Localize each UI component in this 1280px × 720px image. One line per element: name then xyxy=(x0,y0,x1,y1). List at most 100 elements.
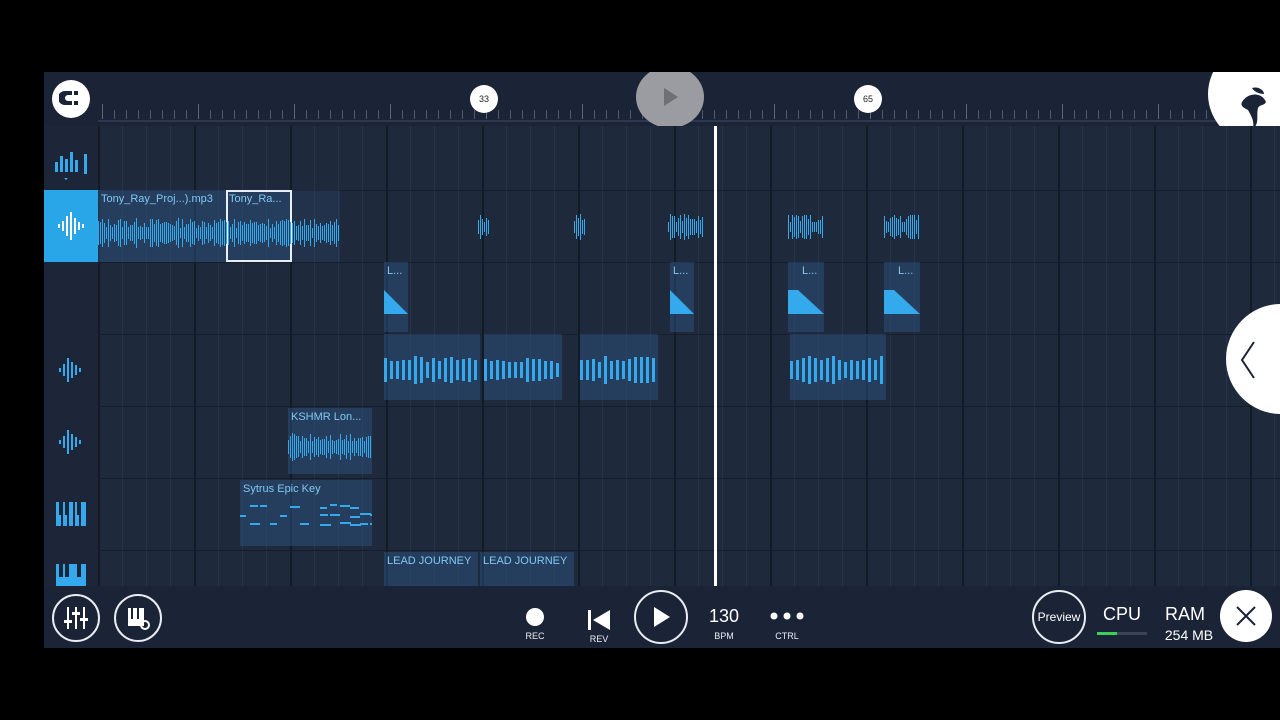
piano-keys-icon xyxy=(56,564,86,588)
automation-clip[interactable]: L... xyxy=(384,262,408,332)
audio-clip-slice[interactable] xyxy=(668,214,704,240)
ruler-tick xyxy=(270,110,271,119)
ruler-tick xyxy=(618,110,619,119)
sample-clip[interactable] xyxy=(484,334,562,400)
rewind-icon[interactable] xyxy=(588,610,610,630)
bpm-value[interactable]: 130 xyxy=(704,606,744,627)
ruler-tick xyxy=(186,110,187,119)
mixer-button[interactable] xyxy=(52,594,100,642)
audio-clip[interactable]: KSHMR Lon... xyxy=(288,408,372,474)
track-header-4[interactable] xyxy=(44,334,98,406)
ruler-tick xyxy=(1158,104,1159,119)
ruler-tick xyxy=(762,110,763,119)
ruler-tick xyxy=(858,110,859,119)
pattern-clip[interactable]: Sytrus Epic Key xyxy=(240,480,372,546)
ruler-tick xyxy=(210,110,211,119)
waveform xyxy=(668,214,704,240)
ruler-tick xyxy=(330,110,331,119)
track-separator xyxy=(98,406,1280,407)
channel-settings-button[interactable] xyxy=(114,594,162,642)
sample-clip[interactable] xyxy=(384,334,480,400)
clip-label: Sytrus Epic Key xyxy=(243,483,321,495)
ruler-tick xyxy=(282,110,283,119)
audio-clip[interactable]: Tony_Ray_Proj...).mp3 xyxy=(98,190,226,262)
ruler-tick xyxy=(1182,110,1183,119)
sample-clip[interactable] xyxy=(790,334,886,400)
track-header-2-selected[interactable] xyxy=(44,190,98,262)
track-headers xyxy=(44,126,98,588)
piano-gear-icon xyxy=(128,608,150,630)
ruler-tick xyxy=(126,110,127,119)
cpu-meter-fill xyxy=(1097,632,1117,635)
waveform xyxy=(580,356,658,384)
track-header-1[interactable] xyxy=(44,126,98,198)
ruler-tick xyxy=(534,110,535,119)
pattern-clip[interactable]: LEAD JOURNEY xyxy=(384,552,478,586)
ruler-tick xyxy=(846,110,847,119)
ruler-tick xyxy=(738,110,739,119)
automation-clip[interactable]: L... xyxy=(670,262,694,332)
ruler-tick xyxy=(594,110,595,119)
close-icon xyxy=(1236,606,1256,626)
audio-clip[interactable] xyxy=(292,190,340,262)
pattern-clip[interactable]: LEAD JOURNEY xyxy=(480,552,574,586)
ruler-tick xyxy=(1050,110,1051,119)
level-meter-icon xyxy=(55,152,87,180)
grid-beat-line xyxy=(986,126,987,586)
cpu-label: CPU xyxy=(1102,604,1141,624)
ruler-tick xyxy=(402,110,403,119)
ruler-tick xyxy=(522,110,523,119)
playhead-line[interactable] xyxy=(714,126,717,586)
ruler-tick xyxy=(714,110,715,119)
grid-beat-line xyxy=(746,126,747,586)
timeline-ruler[interactable]: 33 65 xyxy=(44,72,1280,146)
waveform xyxy=(788,214,824,240)
track-header-6[interactable] xyxy=(44,478,98,550)
ruler-tick xyxy=(390,104,391,119)
automation-clip[interactable]: L... xyxy=(788,262,824,332)
more-dots-icon[interactable] xyxy=(770,612,804,620)
ruler-tick xyxy=(630,110,631,119)
ruler-tick xyxy=(1026,110,1027,119)
automation-clip[interactable]: L... xyxy=(884,262,920,332)
track-header-5[interactable] xyxy=(44,406,98,478)
waveform xyxy=(574,214,586,240)
marker-65[interactable]: 65 xyxy=(854,85,882,113)
playlist-grid[interactable]: Tony_Ray_Proj...).mp3 Tony_Ra... L... L.… xyxy=(98,126,1280,586)
ruler-tick xyxy=(426,110,427,119)
waveform xyxy=(226,218,292,248)
close-button[interactable] xyxy=(1220,590,1272,642)
marker-33[interactable]: 33 xyxy=(470,85,498,113)
ruler-tick xyxy=(1062,104,1063,119)
audio-clip-selected[interactable]: Tony_Ra... xyxy=(226,190,292,262)
track-header-3[interactable] xyxy=(44,262,98,334)
snap-magnet-button[interactable] xyxy=(52,80,90,118)
ruler-tick xyxy=(462,110,463,119)
ruler-tick xyxy=(1206,110,1207,119)
ruler-tick xyxy=(1002,110,1003,119)
audio-clip-slice[interactable] xyxy=(788,214,824,240)
sample-clip[interactable] xyxy=(580,334,658,400)
ruler-tick xyxy=(414,110,415,119)
audio-clip-slice[interactable] xyxy=(478,214,490,240)
record-icon[interactable] xyxy=(526,608,544,626)
audio-clip-slice[interactable] xyxy=(884,214,920,240)
automation-curve xyxy=(788,290,824,314)
magnet-icon xyxy=(59,91,78,105)
audio-clip-slice[interactable] xyxy=(574,214,586,240)
automation-curve xyxy=(670,290,694,314)
audio-waveform-icon xyxy=(58,212,84,240)
rev-label: REV xyxy=(589,634,609,644)
ruler-tick xyxy=(570,110,571,119)
ruler-tick xyxy=(1038,110,1039,119)
clip-label: LEAD JOURNEY xyxy=(483,555,568,567)
ruler-tick xyxy=(750,110,751,119)
ruler-tick xyxy=(726,110,727,119)
ruler-tick xyxy=(702,110,703,119)
waveform xyxy=(288,432,372,462)
waveform xyxy=(292,218,340,248)
grid-beat-line xyxy=(1082,126,1083,586)
preview-button[interactable]: Preview xyxy=(1032,590,1086,644)
ruler-tick xyxy=(894,110,895,119)
play-button[interactable] xyxy=(634,590,688,644)
